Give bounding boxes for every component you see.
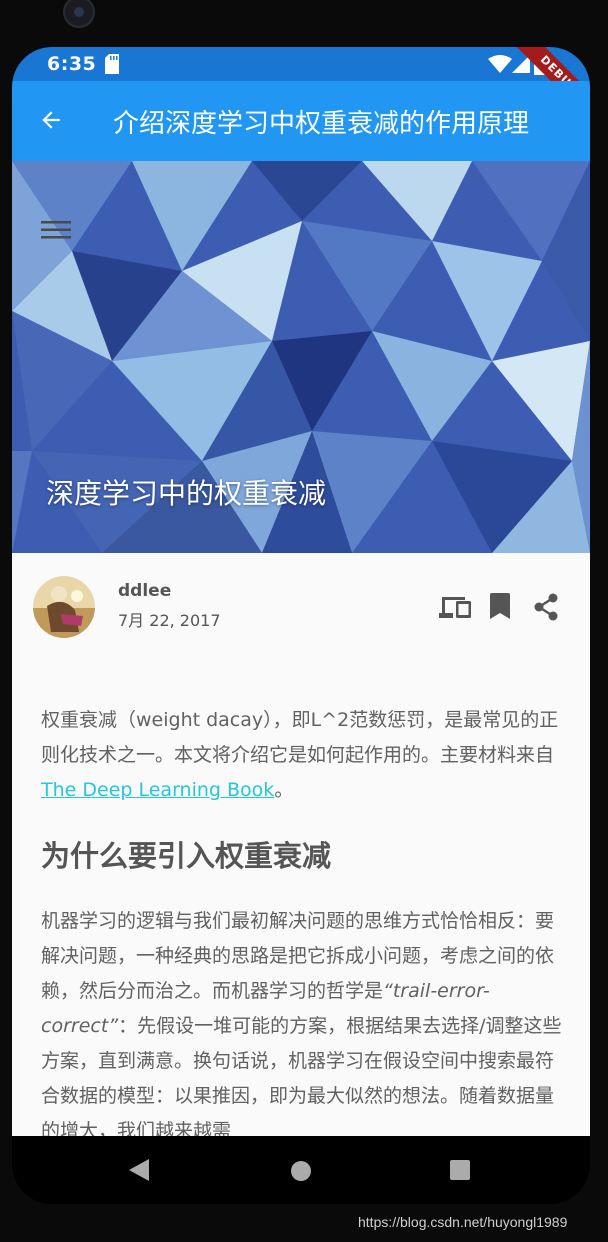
hero-title: 深度学习中的权重衰减 xyxy=(46,477,327,510)
intro-text: 权重衰减（weight dacay），即L^2范数惩罚，是最常见的正则化技术之一… xyxy=(41,709,559,766)
bookmark-icon[interactable] xyxy=(490,593,510,619)
section-heading: 为什么要引入权重衰减 xyxy=(41,839,332,873)
avatar-image xyxy=(33,576,95,638)
page-title: 介绍深度学习中权重衰减的作用原理 xyxy=(113,109,530,139)
share-icon[interactable] xyxy=(532,593,560,621)
back-triangle-icon[interactable] xyxy=(129,1159,151,1181)
wifi-icon xyxy=(488,55,512,73)
recents-square-icon[interactable] xyxy=(450,1160,470,1180)
app-bar: 介绍深度学习中权重衰减的作用原理 xyxy=(12,81,590,161)
arrow-back-icon[interactable] xyxy=(38,107,64,133)
body-text-b: ：先假设一堆可能的方案，根据结果去选择/调整这些方案，直到满意。换句话说，机器学… xyxy=(41,1015,562,1136)
watermark-text: https://blog.csdn.net/huyongl1989 xyxy=(358,1214,568,1230)
article-content[interactable]: ddlee 7月 22, 2017 权重衰减（weight dacay），即L^… xyxy=(12,553,590,1136)
author-name[interactable]: ddlee xyxy=(118,581,171,601)
front-camera xyxy=(63,0,95,28)
sd-card-icon xyxy=(105,54,119,74)
status-bar: 6:35 DEBUG xyxy=(12,47,590,129)
system-nav-bar xyxy=(12,1136,590,1204)
devices-icon[interactable] xyxy=(439,594,473,620)
body-paragraph: 机器学习的逻辑与我们最初解决问题的思维方式恰恰相反：要解决问题，一种经典的思路是… xyxy=(41,904,563,1136)
phone-screen: 6:35 DEBUG 介绍深度学习中权重衰减的作用原理 深度学习中的权重衰减 d… xyxy=(12,47,590,1204)
deep-learning-book-link[interactable]: The Deep Learning Book xyxy=(41,779,274,801)
intro-paragraph: 权重衰减（weight dacay），即L^2范数惩罚，是最常见的正则化技术之一… xyxy=(41,703,563,808)
status-time: 6:35 xyxy=(47,53,97,75)
home-circle-icon[interactable] xyxy=(290,1160,312,1182)
author-avatar[interactable] xyxy=(33,576,95,638)
menu-icon[interactable] xyxy=(41,220,71,240)
post-date: 7月 22, 2017 xyxy=(118,611,221,630)
intro-end: 。 xyxy=(274,779,294,801)
hero-banner: 深度学习中的权重衰减 xyxy=(12,161,590,553)
